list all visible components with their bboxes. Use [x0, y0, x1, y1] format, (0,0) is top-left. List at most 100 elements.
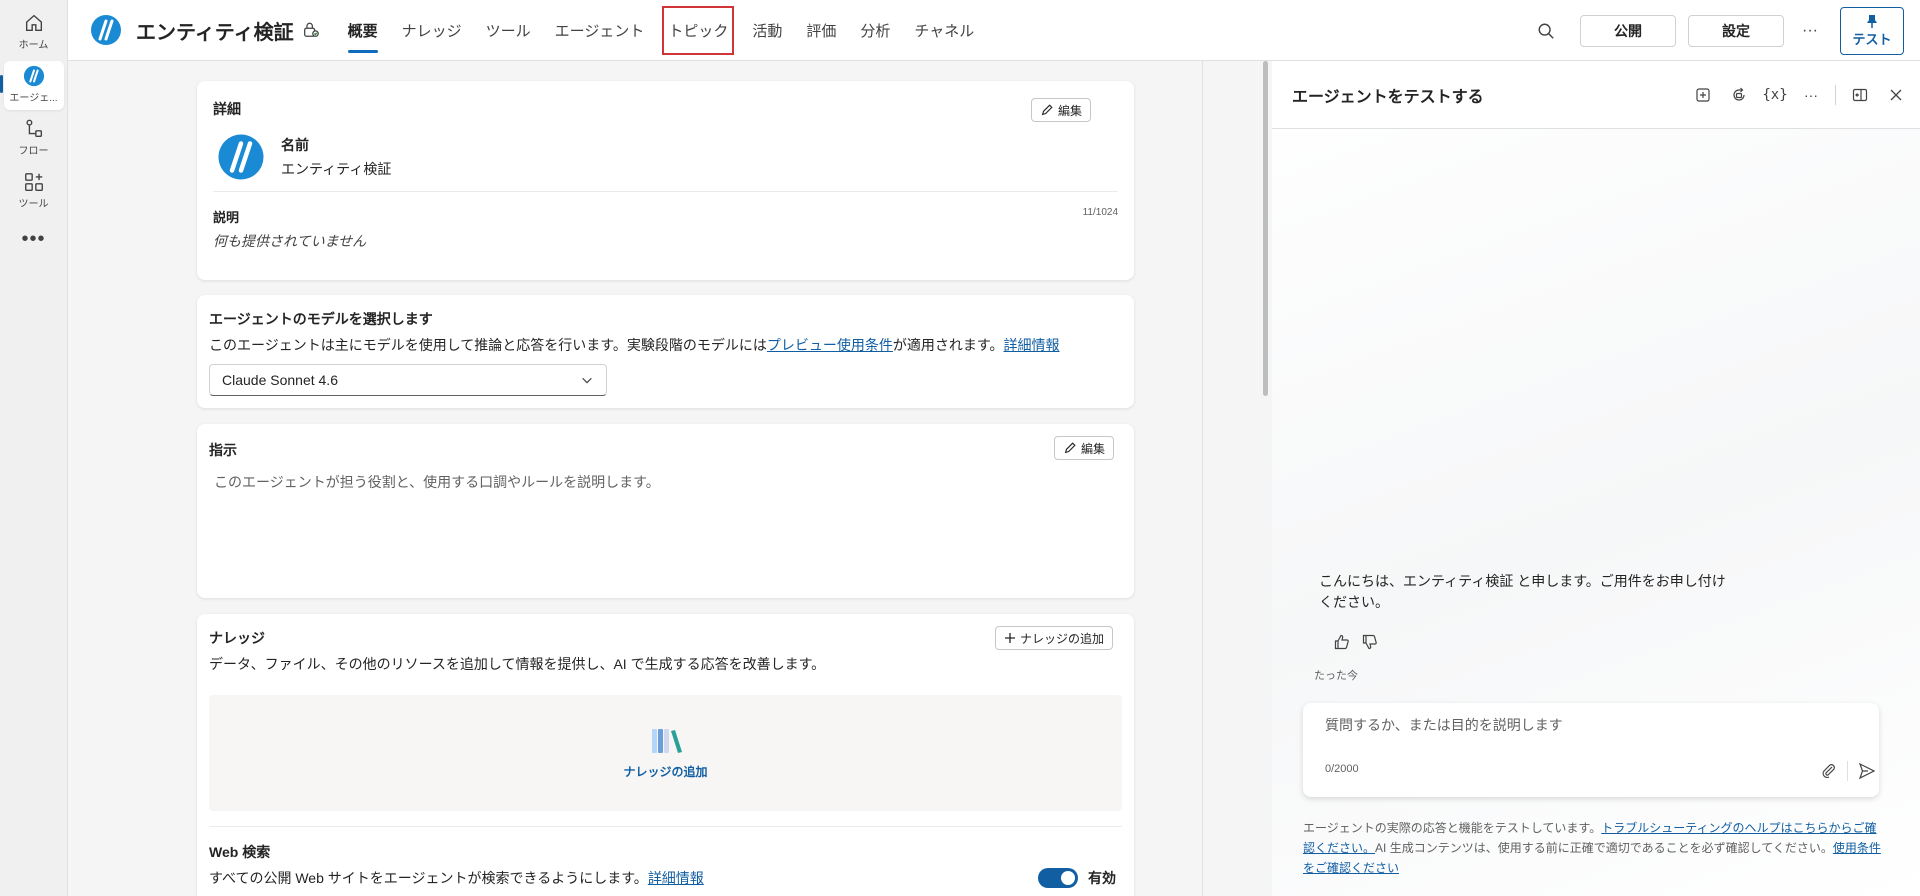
tab-evaluation[interactable]: 評価 — [794, 0, 848, 61]
send-icon — [1858, 762, 1876, 780]
tab-overview[interactable]: 概要 — [336, 0, 390, 61]
tab-knowledge[interactable]: ナレッジ — [390, 0, 474, 61]
rail-item-tools[interactable]: ツール — [4, 167, 64, 216]
tab-agents[interactable]: エージェント — [543, 0, 657, 61]
web-search-toggle-group: 有効 — [1038, 868, 1116, 888]
settings-button[interactable]: 設定 — [1688, 14, 1784, 47]
test-button[interactable]: テスト — [1840, 6, 1904, 55]
attach-button[interactable] — [1813, 755, 1845, 787]
pencil-icon — [1064, 442, 1076, 454]
lock-icon[interactable] — [302, 21, 320, 39]
panel-divider[interactable] — [1202, 61, 1203, 896]
tab-channels[interactable]: チャネル — [902, 0, 986, 61]
model-text-before: このエージェントは主にモデルを使用して推論と応答を行います。実験段階のモデルには — [209, 337, 767, 353]
send-button[interactable] — [1851, 755, 1883, 787]
paperclip-icon — [1822, 764, 1835, 779]
test-agent-panel: エージェントをテストする {x} ··· こんにちは、エンティティ検証 と申しま… — [1272, 61, 1920, 896]
tab-activity[interactable]: 活動 — [740, 0, 794, 61]
agent-icon — [23, 65, 44, 87]
instructions-heading: 指示 — [209, 442, 237, 458]
preview-terms-link[interactable]: プレビュー使用条件 — [767, 337, 893, 353]
thumbs-down-button[interactable] — [1354, 626, 1386, 658]
web-search-learn-more-link[interactable]: 詳細情報 — [648, 870, 704, 886]
web-search-heading: Web 検索 — [209, 844, 271, 860]
agent-avatar-icon — [218, 134, 264, 180]
edit-label: 編集 — [1081, 441, 1106, 456]
model-text-after: が適用されます。 — [892, 337, 1004, 353]
description-char-count: 11/1024 — [1082, 207, 1118, 218]
web-search-toggle[interactable] — [1038, 868, 1078, 888]
add-knowledge-tile[interactable]: ナレッジの追加 — [209, 695, 1122, 811]
chat-input-box[interactable]: 質問するか、または目的を説明します 0/2000 — [1303, 703, 1879, 797]
divider — [213, 191, 1118, 192]
chevron-down-icon — [582, 377, 592, 384]
model-description: このエージェントは主にモデルを使用して推論と応答を行います。実験段階のモデルには… — [209, 335, 1060, 355]
panel-more-button[interactable]: ··· — [1795, 79, 1827, 111]
knowledge-books-icon — [651, 728, 682, 753]
publish-button[interactable]: 公開 — [1580, 14, 1676, 47]
bot-message: こんにちは、エンティティ検証 と申します。ご用件をお申し付けください。 — [1319, 573, 1726, 610]
add-knowledge-button[interactable]: ナレッジの追加 — [995, 626, 1114, 650]
knowledge-description: データ、ファイル、その他のリソースを追加して情報を提供し、AI で生成する応答を… — [209, 656, 826, 672]
tab-topics[interactable]: トピック — [656, 0, 740, 61]
model-heading: エージェントのモデルを選択します — [209, 311, 433, 327]
web-search-description: すべての公開 Web サイトをエージェントが検索できるようにします。詳細情報 — [209, 868, 704, 888]
new-chat-button[interactable] — [1687, 79, 1719, 111]
top-bar: エンティティ検証 概要 ナレッジ ツール エージェント トピック 活動 評価 分… — [68, 0, 1920, 61]
rail-item-label: ホーム — [18, 40, 49, 51]
thumbs-up-icon — [1334, 634, 1349, 650]
tab-analytics[interactable]: 分析 — [848, 0, 902, 61]
pencil-icon — [1041, 104, 1053, 116]
refresh-icon — [1733, 87, 1745, 101]
toolbar-divider — [1835, 85, 1836, 105]
test-panel-toolbar: {x} ··· — [1687, 79, 1912, 111]
rail-item-home[interactable]: ホーム — [4, 8, 64, 57]
web-search-toggle-label: 有効 — [1088, 870, 1116, 886]
instructions-placeholder[interactable]: このエージェントが担う役割と、使用する口調やルールを説明します。 — [214, 472, 660, 492]
chat-char-count: 0/2000 — [1325, 763, 1359, 775]
description-label: 説明 — [213, 210, 240, 225]
tab-tools[interactable]: ツール — [474, 0, 543, 61]
learn-more-link[interactable]: 詳細情報 — [1004, 337, 1060, 353]
panel-layout-icon — [1852, 88, 1868, 102]
rail-item-label: エージェ... — [9, 93, 58, 104]
input-divider — [1847, 761, 1848, 781]
dock-panel-button[interactable] — [1844, 79, 1876, 111]
more-icon: ··· — [1804, 87, 1818, 103]
home-icon — [25, 14, 42, 32]
details-card: 詳細 編集 名前 エンティティ検証 説明 11/1024 何も提供されていません — [197, 81, 1134, 280]
refresh-button[interactable] — [1723, 79, 1755, 111]
tools-icon — [24, 173, 43, 191]
rail-item-flows[interactable]: フロー — [4, 114, 64, 163]
left-rail: ホーム エージェ... フロー ツール ••• — [0, 0, 68, 896]
flow-icon — [25, 119, 42, 138]
knowledge-heading: ナレッジ — [209, 630, 265, 646]
agent-title: エンティティ検証 — [136, 21, 294, 44]
instructions-card: 指示 編集 このエージェントが担う役割と、使用する口調やルールを説明します。 — [197, 424, 1134, 598]
close-icon — [1890, 89, 1902, 101]
overview-content: 詳細 編集 名前 エンティティ検証 説明 11/1024 何も提供されていません… — [68, 61, 1270, 896]
details-edit-button[interactable]: 編集 — [1031, 98, 1092, 122]
main-tabs: 概要 ナレッジ ツール エージェント トピック 活動 評価 分析 チャネル — [336, 0, 987, 61]
close-panel-button[interactable] — [1880, 79, 1912, 111]
edit-label: 編集 — [1058, 103, 1083, 118]
variables-button[interactable]: {x} — [1759, 79, 1791, 111]
disclaimer-text-middle: AI 生成コンテンツは、使用する前に正確で適切であることを必ず確認してください。 — [1375, 841, 1833, 855]
model-card: エージェントのモデルを選択します このエージェントは主にモデルを使用して推論と応… — [197, 295, 1134, 408]
model-dropdown[interactable]: Claude Sonnet 4.6 — [209, 364, 607, 396]
rail-item-label: フロー — [18, 146, 49, 157]
test-disclaimer: エージェントの実際の応答と機能をテストしています。トラブルシューティングのヘルプ… — [1303, 818, 1883, 878]
instructions-edit-button[interactable]: 編集 — [1054, 436, 1115, 460]
variables-icon: {x} — [1762, 87, 1788, 103]
main-scrollbar[interactable] — [1263, 61, 1268, 396]
rail-more-button[interactable]: ••• — [21, 228, 45, 251]
plus-icon — [1005, 633, 1015, 643]
rail-item-agents[interactable]: エージェ... — [0, 61, 64, 110]
more-options-button[interactable]: ··· — [1794, 15, 1826, 47]
test-button-label: テスト — [1852, 32, 1892, 47]
new-chat-icon — [1696, 88, 1710, 102]
search-button[interactable] — [1530, 15, 1562, 47]
agent-logo-icon — [91, 15, 121, 45]
chat-input-placeholder[interactable]: 質問するか、または目的を説明します — [1325, 715, 1563, 735]
message-timestamp: たった今 — [1314, 670, 1358, 682]
